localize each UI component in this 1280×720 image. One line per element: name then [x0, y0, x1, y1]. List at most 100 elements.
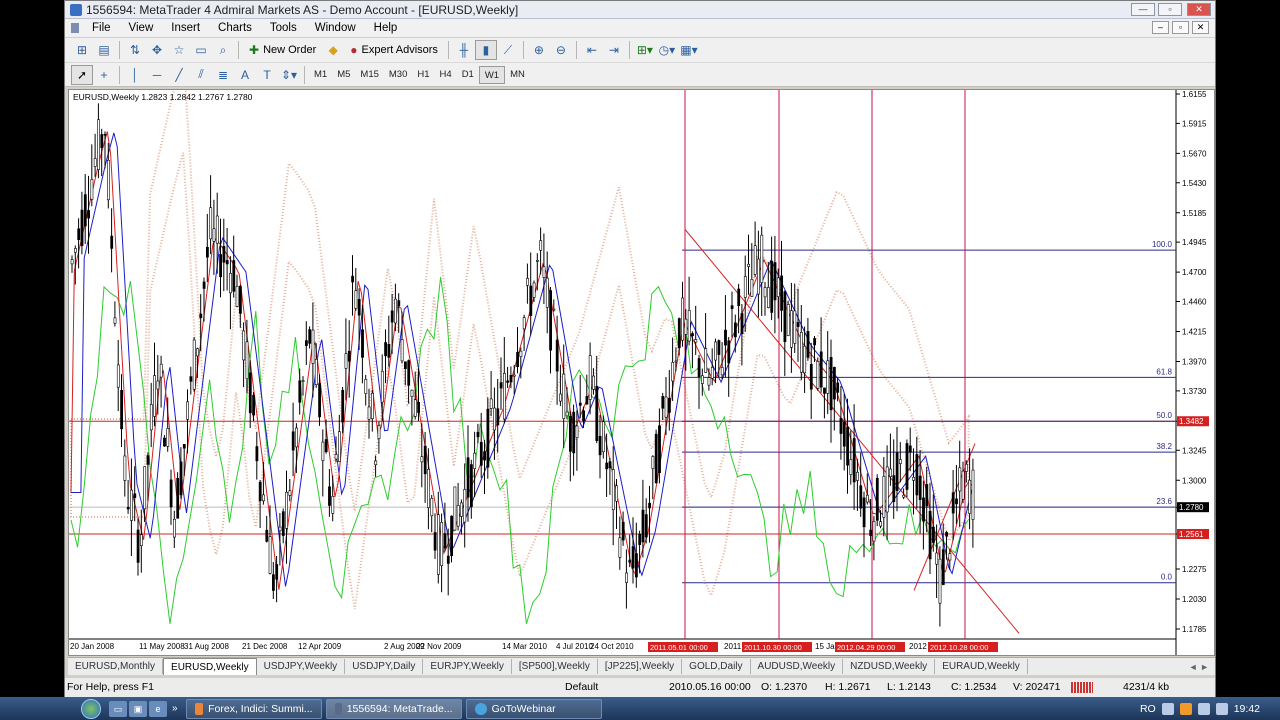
- task-gotowebinar[interactable]: GoToWebinar: [465, 698, 602, 719]
- chart-tab[interactable]: EURJPY,Weekly: [423, 659, 512, 674]
- candle-body: [232, 260, 236, 292]
- expert-advisors-button[interactable]: ● Expert Advisors: [344, 40, 444, 60]
- language-indicator[interactable]: RO: [1140, 703, 1156, 715]
- zoom-out-icon[interactable]: ⊖: [550, 40, 572, 60]
- chart-tab[interactable]: USDJPY,Weekly: [257, 659, 346, 674]
- profiles-icon[interactable]: ▤: [93, 40, 115, 60]
- time-tick-label: 24 Oct 2010: [590, 642, 634, 651]
- mdi-close-button[interactable]: ✕: [1192, 21, 1209, 34]
- mdi-restore-button[interactable]: ▫: [1172, 21, 1189, 34]
- chart-tab[interactable]: EURUSD,Monthly: [68, 659, 164, 674]
- channel-icon[interactable]: ⫽: [190, 65, 212, 85]
- chart-tab[interactable]: [JP225],Weekly: [598, 659, 683, 674]
- explorer-icon[interactable]: ▣: [129, 700, 147, 717]
- app-window: 1556594: MetaTrader 4 Admiral Markets AS…: [64, 0, 1216, 697]
- chart-tab[interactable]: GOLD,Daily: [682, 659, 751, 674]
- market-watch-icon[interactable]: ⇅: [124, 40, 146, 60]
- arrows-icon[interactable]: ⇕▾: [278, 65, 300, 85]
- chart-tab[interactable]: [SP500],Weekly: [512, 659, 598, 674]
- clock[interactable]: 19:42: [1234, 703, 1260, 715]
- timeframe-mn[interactable]: MN: [505, 66, 530, 84]
- candle-body: [476, 431, 480, 438]
- data-window-icon[interactable]: ☆: [168, 40, 190, 60]
- maximize-button[interactable]: ▫: [1158, 3, 1182, 16]
- horizontal-line-icon[interactable]: ─: [146, 65, 168, 85]
- timeframe-w1[interactable]: W1: [478, 65, 506, 84]
- candle-body: [905, 443, 909, 490]
- tray-app-icon[interactable]: [1179, 702, 1192, 715]
- time-tick-label: 4 Jul 2010: [556, 642, 593, 651]
- quicklaunch-more-icon[interactable]: »: [172, 703, 178, 714]
- vertical-line-icon[interactable]: │: [124, 65, 146, 85]
- chart-tab[interactable]: NZDUSD,Weekly: [843, 659, 936, 674]
- timeframe-m30[interactable]: M30: [384, 66, 412, 84]
- start-button[interactable]: [74, 697, 108, 720]
- trendline-icon[interactable]: ╱: [168, 65, 190, 85]
- templates-icon[interactable]: ▦▾: [678, 40, 700, 60]
- candle-body: [450, 515, 454, 556]
- tenkan-sen: [70, 131, 973, 590]
- bar-chart-icon[interactable]: ╫: [453, 40, 475, 60]
- line-chart-icon[interactable]: ⟋: [497, 40, 519, 60]
- text-icon[interactable]: A: [234, 65, 256, 85]
- candle-body: [757, 258, 760, 295]
- timeframe-m15[interactable]: M15: [355, 66, 383, 84]
- volume-icon[interactable]: [1215, 702, 1228, 715]
- chart-tab[interactable]: USDJPY,Daily: [345, 659, 424, 674]
- minimize-button[interactable]: —: [1131, 3, 1155, 16]
- chart-tab[interactable]: AUDUSD,Weekly: [751, 659, 844, 674]
- show-desktop-icon[interactable]: ▭: [109, 700, 127, 717]
- zoom-in-icon[interactable]: ⊕: [528, 40, 550, 60]
- metaeditor-icon[interactable]: ◆: [322, 40, 344, 60]
- close-button[interactable]: ✕: [1187, 3, 1211, 16]
- chart-area[interactable]: EURUSD,Weekly 1.2823 1.2842 1.2767 1.278…: [68, 89, 1215, 656]
- candle-body: [819, 351, 823, 388]
- crosshair-icon[interactable]: +: [93, 65, 115, 85]
- new-chart-icon[interactable]: ⊞: [71, 40, 93, 60]
- auto-scroll-icon[interactable]: ⇤: [581, 40, 603, 60]
- menu-view[interactable]: View: [120, 22, 163, 34]
- candle-body: [469, 464, 473, 508]
- timeframe-m1[interactable]: M1: [309, 66, 332, 84]
- fibonacci-icon[interactable]: ≣: [212, 65, 234, 85]
- timeframe-h4[interactable]: H4: [435, 66, 457, 84]
- candle-body: [658, 425, 661, 473]
- candle-body: [318, 383, 322, 418]
- task-forex-browser[interactable]: Forex, Indici: Summi...: [185, 698, 322, 719]
- terminal-icon[interactable]: ▭: [190, 40, 212, 60]
- tray-arrow-icon[interactable]: [1161, 702, 1174, 715]
- candle-body: [489, 398, 493, 409]
- cursor-icon[interactable]: ➚: [71, 64, 93, 85]
- indicators-icon[interactable]: ⊞▾: [634, 40, 656, 60]
- candlestick-icon[interactable]: ▮: [474, 40, 497, 60]
- menu-window[interactable]: Window: [306, 22, 365, 34]
- candle-body: [605, 462, 609, 470]
- mdi-minimize-button[interactable]: –: [1152, 21, 1169, 34]
- task-metatrader[interactable]: 1556594: MetaTrade...: [325, 698, 462, 719]
- text-label-icon[interactable]: T: [256, 65, 278, 85]
- candle-body: [427, 469, 430, 508]
- menu-tools[interactable]: Tools: [261, 22, 306, 34]
- menu-file[interactable]: File: [83, 22, 120, 34]
- strategy-tester-icon[interactable]: ⌕: [212, 40, 234, 60]
- timeframe-d1[interactable]: D1: [457, 66, 479, 84]
- ie-icon[interactable]: e: [149, 700, 167, 717]
- price-chart[interactable]: 1.6155 1.5915 1.5670 1.5430 1.5185 1.4945 1.47…: [69, 90, 1215, 656]
- chart-shift-icon[interactable]: ⇥: [603, 40, 625, 60]
- periods-icon[interactable]: ◷▾: [656, 40, 678, 60]
- title-bar: 1556594: MetaTrader 4 Admiral Markets AS…: [65, 1, 1215, 19]
- chart-tab[interactable]: EURUSD,Weekly: [163, 658, 257, 675]
- menu-charts[interactable]: Charts: [209, 22, 261, 34]
- chart-tab[interactable]: EURAUD,Weekly: [935, 659, 1028, 674]
- candle-body: [443, 533, 447, 549]
- navigator-icon[interactable]: ✥: [146, 40, 168, 60]
- timeframe-m5[interactable]: M5: [332, 66, 355, 84]
- network-icon[interactable]: [1197, 702, 1210, 715]
- tab-scroll-arrows[interactable]: ◄ ►: [1183, 662, 1215, 672]
- menu-help[interactable]: Help: [365, 22, 407, 34]
- timeframe-h1[interactable]: H1: [412, 66, 434, 84]
- menu-insert[interactable]: Insert: [162, 22, 209, 34]
- price-tick-label: 1.4945: [1182, 238, 1207, 247]
- time-tick-label: 22 Nov 2009: [416, 642, 462, 651]
- new-order-button[interactable]: ✚ New Order: [243, 40, 322, 60]
